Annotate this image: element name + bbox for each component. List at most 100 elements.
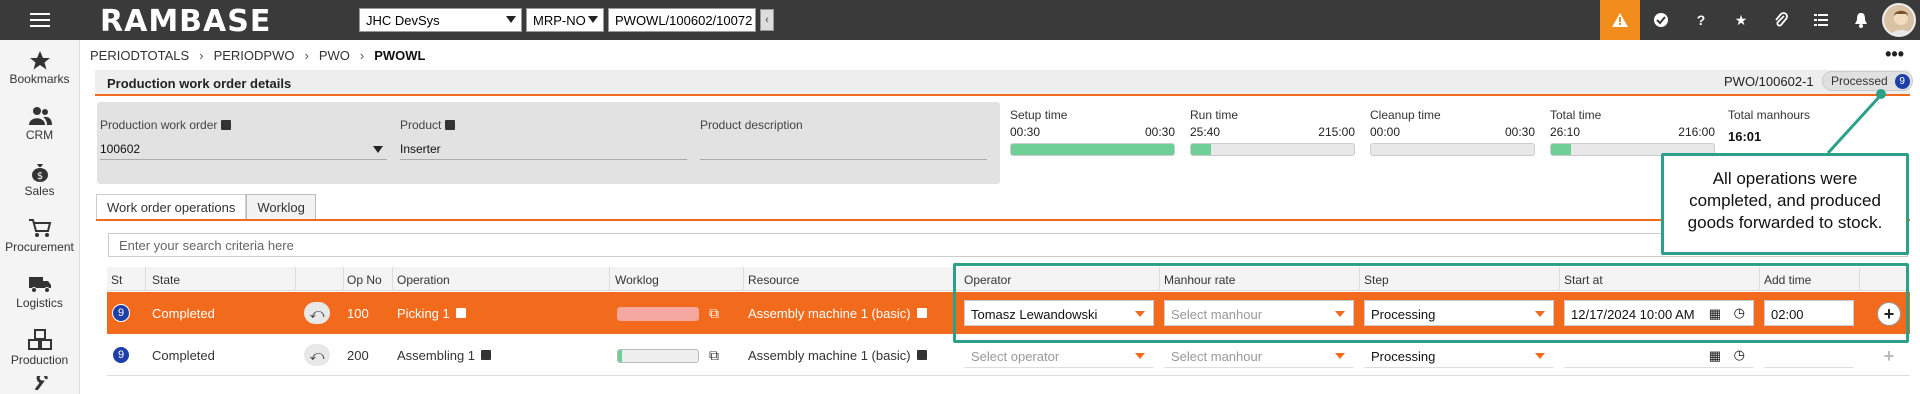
open-window-icon[interactable]: ⧉ <box>709 334 719 376</box>
help-icon[interactable]: ? <box>1681 0 1721 40</box>
operation-label: Assembling 1 <box>397 347 476 363</box>
column-divider <box>743 267 744 291</box>
pwo-value: 100602 <box>100 142 141 156</box>
bell-icon[interactable] <box>1841 0 1881 40</box>
op-no-cell: 100 <box>347 305 369 321</box>
callout-note: All operations were completed, and produ… <box>1661 153 1909 255</box>
check-badge-icon[interactable] <box>1641 0 1681 40</box>
total-time-label: Total time <box>1550 108 1602 122</box>
run-time-fill <box>1191 144 1211 155</box>
user-avatar[interactable] <box>1882 3 1916 37</box>
status-count: 9 <box>1894 74 1910 89</box>
page-title: Production work order details <box>107 76 292 91</box>
tab-worklog[interactable]: Worklog <box>246 194 316 220</box>
locale-value: MRP-NO <box>533 12 586 28</box>
cleanup-time: Cleanup time 00:00 00:30 <box>1370 108 1535 156</box>
col-op-no[interactable]: Op No <box>347 273 382 287</box>
sidebar-item-crm[interactable]: CRM <box>0 96 79 152</box>
warning-icon[interactable] <box>1600 0 1640 40</box>
worklog-fill <box>618 350 622 362</box>
work-order-id: PWO/100602-1 <box>1724 74 1814 89</box>
total-manhours-label: Total manhours <box>1728 108 1811 122</box>
setup-time-bar <box>1010 143 1175 156</box>
operator-value: Select operator <box>971 349 1060 364</box>
col-resource[interactable]: Resource <box>748 273 799 287</box>
hamburger-menu-icon[interactable] <box>0 0 80 40</box>
column-divider <box>609 267 610 291</box>
operation-cell: Assembling 1 <box>397 334 492 376</box>
column-divider <box>343 267 344 291</box>
status-badge: Processed 9 <box>1822 71 1913 91</box>
star-icon[interactable]: ★ <box>1721 0 1761 40</box>
op-no-cell: 200 <box>347 347 369 363</box>
clock-icon[interactable]: ◷ <box>1734 347 1745 363</box>
breadcrumb-periodtotals[interactable]: PERIODTOTALS <box>90 48 189 63</box>
calendar-icon[interactable]: ▦ <box>1709 348 1721 364</box>
col-operation[interactable]: Operation <box>397 273 450 287</box>
undo-icon[interactable]: ⤺ <box>304 302 330 324</box>
col-state[interactable]: State <box>152 273 180 287</box>
sidebar-item-label: Sales <box>24 184 55 198</box>
step-select[interactable]: Processing <box>1364 342 1554 368</box>
list-icon[interactable] <box>1801 0 1841 40</box>
sidebar-item-more[interactable] <box>0 376 79 394</box>
external-link-icon[interactable] <box>481 350 492 360</box>
manhour-value: Select manhour <box>1171 349 1263 364</box>
total-time-value: 26:10 <box>1550 125 1581 139</box>
status-number: 9 <box>112 346 130 364</box>
paperclip-icon[interactable] <box>1761 0 1801 40</box>
start-at-input[interactable]: ▦ ◷ <box>1564 342 1754 368</box>
pwo-field[interactable]: Production work order 100602 <box>100 118 387 160</box>
run-time: Run time 25:40 215:00 <box>1190 108 1355 156</box>
chevron-down-icon[interactable] <box>373 146 383 153</box>
sidebar-item-logistics[interactable]: Logistics <box>0 264 79 320</box>
pwo-label: Production work order <box>100 118 218 132</box>
back-button[interactable]: ‹ <box>760 9 774 31</box>
rambase-logo[interactable]: RAMBASE <box>100 4 271 39</box>
search-input[interactable]: Enter your search criteria here <box>108 233 1908 257</box>
path-input[interactable]: PWOWL/100602/10072 <box>608 8 756 32</box>
add-time-button[interactable]: + <box>1877 344 1901 368</box>
locale-select[interactable]: MRP-NO <box>526 8 604 32</box>
worklog-bar <box>617 349 699 363</box>
add-time-input[interactable] <box>1764 342 1854 368</box>
company-select[interactable]: JHC DevSys <box>359 8 522 32</box>
col-worklog[interactable]: Worklog <box>615 273 659 287</box>
tab-underline <box>96 219 1910 221</box>
operator-select[interactable]: Select operator <box>964 342 1154 368</box>
open-window-icon[interactable]: ⧉ <box>709 292 719 334</box>
sidebar-item-bookmarks[interactable]: Bookmarks <box>0 40 79 96</box>
setup-time-max: 00:30 <box>1144 125 1175 139</box>
panel-header: Production work order details <box>95 70 1910 96</box>
manhour-select[interactable]: Select manhour <box>1164 342 1354 368</box>
people-icon <box>28 107 52 125</box>
operation-cell: Picking 1 <box>397 292 466 334</box>
boxes-icon <box>27 329 52 350</box>
external-link-icon[interactable] <box>916 308 927 318</box>
breadcrumb-current: PWOWL <box>374 48 426 63</box>
total-manhours: Total manhours 16:01 <box>1728 108 1810 144</box>
tab-work-order-operations[interactable]: Work order operations <box>96 194 247 220</box>
product-value: Inserter <box>400 140 687 160</box>
run-time-bar <box>1190 143 1355 156</box>
sidebar-item-label: Procurement <box>5 240 74 254</box>
col-st[interactable]: St <box>111 273 122 287</box>
external-link-icon[interactable] <box>445 120 456 130</box>
external-link-icon[interactable] <box>455 308 466 318</box>
external-link-icon[interactable] <box>916 350 927 360</box>
cleanup-time-label: Cleanup time <box>1370 108 1441 122</box>
status-number: 9 <box>112 304 130 322</box>
resource-cell: Assembly machine 1 (basic) <box>748 292 927 334</box>
status-label: Processed <box>1831 74 1888 88</box>
sidebar-item-production[interactable]: Production <box>0 320 79 376</box>
product-label: Product <box>400 118 442 132</box>
external-link-icon[interactable] <box>221 120 232 130</box>
breadcrumb-pwo[interactable]: PWO <box>319 48 350 63</box>
sidebar-item-label: Production <box>10 353 69 367</box>
undo-icon[interactable]: ⤺ <box>304 344 330 366</box>
total-manhours-value: 16:01 <box>1728 129 1762 144</box>
sidebar-item-procurement[interactable]: Procurement <box>0 208 79 264</box>
more-options-icon[interactable]: ••• <box>1885 44 1904 65</box>
breadcrumb-periodpwo[interactable]: PERIODPWO <box>214 48 295 63</box>
sidebar-item-sales[interactable]: $ Sales <box>0 152 79 208</box>
